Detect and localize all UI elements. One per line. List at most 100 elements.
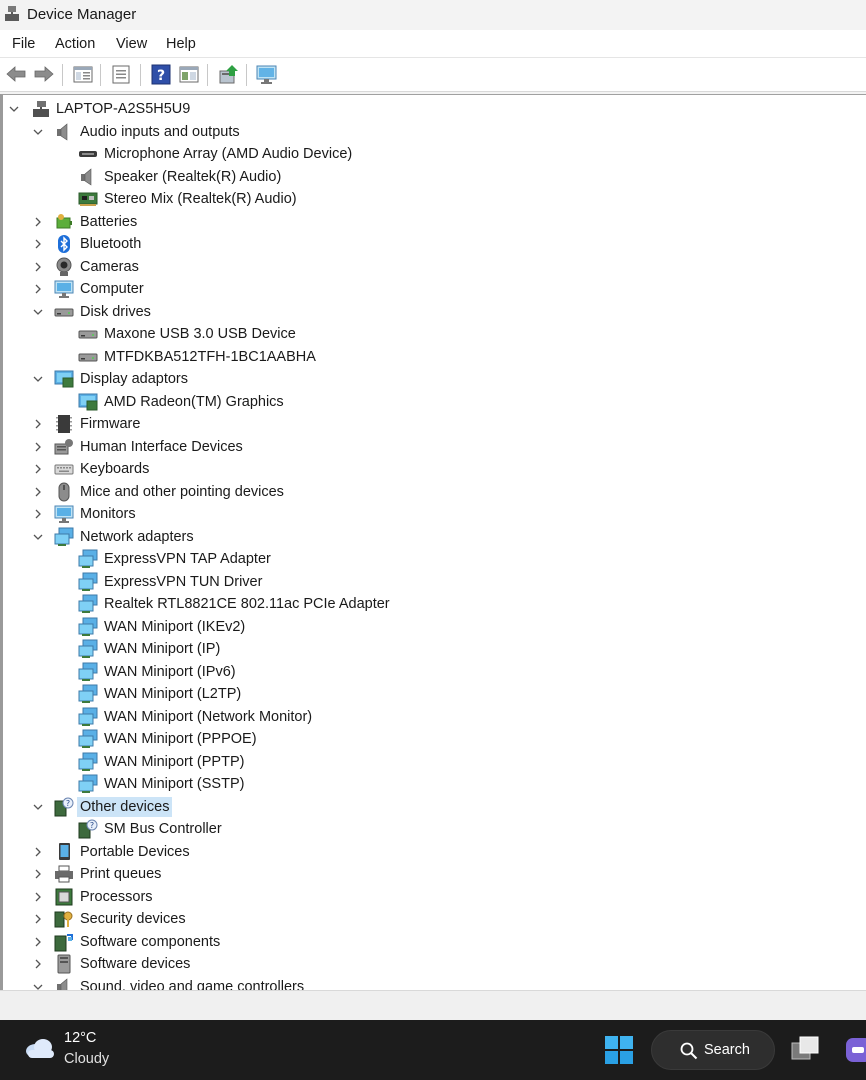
microphone-icon bbox=[79, 151, 97, 157]
chevron-right-icon[interactable] bbox=[33, 509, 43, 519]
tree-category[interactable]: Bluetooth bbox=[3, 233, 863, 255]
tree-category[interactable]: Human Interface Devices bbox=[3, 436, 863, 458]
tree-category[interactable]: Cameras bbox=[3, 256, 863, 278]
update-driver-icon[interactable] bbox=[217, 63, 239, 85]
chevron-down-icon[interactable] bbox=[33, 802, 43, 812]
tree-item-label: WAN Miniport (Network Monitor) bbox=[104, 708, 313, 725]
tree-category[interactable]: Software components bbox=[3, 931, 863, 953]
tree-item-label: Software devices bbox=[80, 956, 191, 972]
speaker-icon bbox=[57, 122, 68, 141]
tree-device[interactable]: WAN Miniport (L2TP) bbox=[3, 683, 863, 705]
cloudy-weather-icon[interactable] bbox=[24, 1036, 56, 1060]
chevron-down-icon[interactable] bbox=[33, 127, 43, 137]
tree-device[interactable]: WAN Miniport (Network Monitor) bbox=[3, 706, 863, 728]
chevron-right-icon[interactable] bbox=[33, 914, 43, 924]
action-view-icon[interactable] bbox=[178, 63, 200, 85]
tree-category[interactable]: Software devices bbox=[3, 953, 863, 975]
chevron-down-icon[interactable] bbox=[33, 982, 43, 991]
tree-category[interactable]: Network adapters bbox=[3, 526, 863, 548]
menu-bar: File Action View Help bbox=[0, 30, 866, 58]
weather-description[interactable]: Cloudy bbox=[64, 1051, 109, 1067]
chevron-down-icon[interactable] bbox=[9, 104, 19, 114]
tree-device[interactable]: WAN Miniport (PPPOE) bbox=[3, 728, 863, 750]
chevron-down-icon[interactable] bbox=[33, 532, 43, 542]
menu-view[interactable]: View bbox=[116, 36, 147, 52]
tree-category[interactable]: Disk drives bbox=[3, 301, 863, 323]
tree-category[interactable]: Audio inputs and outputs bbox=[3, 121, 863, 143]
list-view-icon[interactable] bbox=[110, 63, 132, 85]
chevron-right-icon[interactable] bbox=[33, 937, 43, 947]
weather-temperature[interactable]: 12°C bbox=[64, 1030, 96, 1046]
tree-device[interactable]: Realtek RTL8821CE 802.11ac PCIe Adapter bbox=[3, 593, 863, 615]
tree-category[interactable]: Firmware bbox=[3, 413, 863, 435]
task-view-icon[interactable] bbox=[790, 1035, 822, 1065]
tree-root[interactable]: LAPTOP-A2S5H5U9 bbox=[3, 98, 863, 120]
back-icon[interactable] bbox=[5, 63, 27, 85]
tree-category[interactable]: Display adaptors bbox=[3, 368, 863, 390]
chevron-right-icon[interactable] bbox=[33, 869, 43, 879]
tree-item-label: Cameras bbox=[80, 258, 139, 275]
properties-pane-icon[interactable] bbox=[72, 63, 94, 85]
tree-item-label: Computer bbox=[80, 281, 144, 297]
chevron-down-icon[interactable] bbox=[33, 307, 43, 317]
unknown-device-icon: ? bbox=[78, 819, 98, 839]
chevron-right-icon[interactable] bbox=[33, 487, 43, 497]
menu-file[interactable]: File bbox=[12, 36, 35, 52]
tree-category[interactable]: Processors bbox=[3, 886, 863, 908]
tree-category[interactable]: Monitors bbox=[3, 503, 863, 525]
tree-device[interactable]: WAN Miniport (IPv6) bbox=[3, 661, 863, 683]
taskbar-search[interactable]: Search bbox=[651, 1030, 775, 1070]
chevron-right-icon[interactable] bbox=[33, 464, 43, 474]
tree-device[interactable]: Speaker (Realtek(R) Audio) bbox=[3, 166, 863, 188]
chevron-right-icon[interactable] bbox=[33, 847, 43, 857]
tree-device[interactable]: Maxone USB 3.0 USB Device bbox=[3, 323, 863, 345]
chevron-right-icon[interactable] bbox=[33, 239, 43, 249]
tree-item-label: Disk drives bbox=[80, 303, 151, 320]
tree-category[interactable]: Security devices bbox=[3, 908, 863, 930]
chevron-right-icon[interactable] bbox=[33, 262, 43, 272]
unknown-device-icon: ? bbox=[54, 797, 74, 816]
chevron-right-icon[interactable] bbox=[33, 442, 43, 452]
tree-device[interactable]: ? SM Bus Controller bbox=[3, 818, 863, 840]
scan-hardware-icon[interactable] bbox=[256, 63, 278, 85]
tree-category[interactable]: Keyboards bbox=[3, 458, 863, 480]
tree-device[interactable]: WAN Miniport (IP) bbox=[3, 638, 863, 660]
mouse-icon bbox=[58, 482, 70, 501]
tree-device[interactable]: ExpressVPN TAP Adapter bbox=[3, 548, 863, 570]
tree-device[interactable]: Stereo Mix (Realtek(R) Audio) bbox=[3, 188, 863, 210]
tree-category[interactable]: Print queues bbox=[3, 863, 863, 885]
device-tree: LAPTOP-A2S5H5U9 Audio inputs and outputs M… bbox=[0, 94, 866, 990]
tree-category[interactable]: Batteries bbox=[3, 211, 863, 233]
chevron-right-icon[interactable] bbox=[33, 959, 43, 969]
chevron-down-icon[interactable] bbox=[33, 374, 43, 384]
search-label: Search bbox=[704, 1042, 750, 1058]
chevron-right-icon[interactable] bbox=[33, 284, 43, 294]
portable-device-icon bbox=[59, 842, 70, 860]
chevron-right-icon[interactable] bbox=[33, 419, 43, 429]
battery-icon bbox=[56, 213, 72, 228]
tree-device[interactable]: MTFDKBA512TFH-1BC1AABHA bbox=[3, 346, 863, 368]
tree-device[interactable]: WAN Miniport (PPTP) bbox=[3, 751, 863, 773]
tree-device[interactable]: WAN Miniport (SSTP) bbox=[3, 773, 863, 795]
tree-category[interactable]: Computer bbox=[3, 278, 863, 300]
help-icon[interactable]: ? bbox=[150, 63, 172, 85]
chevron-right-icon[interactable] bbox=[33, 892, 43, 902]
menu-action[interactable]: Action bbox=[55, 36, 95, 52]
tree-category[interactable]: ? Other devices bbox=[3, 796, 863, 818]
display-adapter-icon bbox=[78, 393, 98, 410]
tree-device[interactable]: ExpressVPN TUN Driver bbox=[3, 571, 863, 593]
chat-icon[interactable] bbox=[844, 1034, 866, 1066]
tree-category[interactable]: Sound, video and game controllers bbox=[3, 976, 863, 991]
windows-start-icon[interactable] bbox=[604, 1035, 634, 1065]
software-device-icon bbox=[57, 954, 71, 974]
menu-help[interactable]: Help bbox=[166, 36, 196, 52]
tree-category[interactable]: Mice and other pointing devices bbox=[3, 481, 863, 503]
tree-item-label: Maxone USB 3.0 USB Device bbox=[104, 326, 296, 342]
tree-device[interactable]: Microphone Array (AMD Audio Device) bbox=[3, 143, 863, 165]
tree-device[interactable]: WAN Miniport (IKEv2) bbox=[3, 616, 863, 638]
tree-item-label: Human Interface Devices bbox=[80, 438, 243, 455]
tree-device[interactable]: AMD Radeon(TM) Graphics bbox=[3, 391, 863, 413]
tree-category[interactable]: Portable Devices bbox=[3, 841, 863, 863]
chevron-right-icon[interactable] bbox=[33, 217, 43, 227]
forward-icon[interactable] bbox=[33, 63, 55, 85]
